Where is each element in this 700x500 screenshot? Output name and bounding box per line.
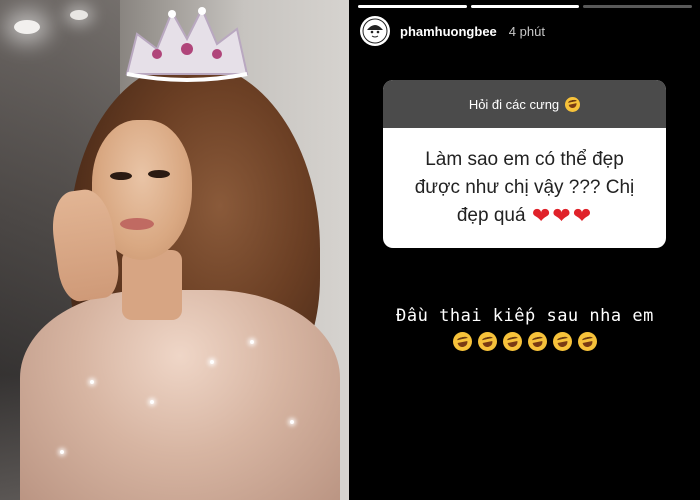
story-header: phamhuongbee 4 phút xyxy=(360,14,545,48)
post-time: 4 phút xyxy=(508,23,545,39)
crown-icon xyxy=(125,6,249,82)
sparkle xyxy=(210,360,214,364)
eye xyxy=(148,170,170,178)
portrait-photo xyxy=(0,0,349,500)
ceiling-light xyxy=(70,10,88,20)
rofl-emoji-icon xyxy=(478,332,497,351)
answer-emoji-row xyxy=(350,332,700,351)
question-sticker-body: Làm sao em có thể đẹp được như chị vậy ?… xyxy=(383,128,666,248)
rofl-emoji-icon xyxy=(553,332,572,351)
red-heart-icon: ❤ xyxy=(572,202,592,228)
sparkle xyxy=(290,420,294,424)
rofl-emoji-icon xyxy=(528,332,547,351)
username[interactable]: phamhuongbee xyxy=(400,24,497,39)
sparkle xyxy=(60,450,64,454)
eye xyxy=(110,172,132,180)
sparkle xyxy=(90,380,94,384)
sparkle xyxy=(150,400,154,404)
question-sticker-header: Hỏi đi các cưng xyxy=(383,80,666,128)
rofl-emoji-icon xyxy=(578,332,597,351)
rofl-emoji-icon xyxy=(453,332,472,351)
question-text: Làm sao em có thể đẹp được như chị vậy ?… xyxy=(414,148,635,226)
ceiling-light xyxy=(14,20,40,34)
question-sticker[interactable]: Hỏi đi các cưng Làm sao em có thể đẹp đư… xyxy=(383,80,666,248)
answer-caption: Đầu thai kiếp sau nha em xyxy=(350,306,700,351)
progress-segment xyxy=(583,5,693,8)
progress-segment xyxy=(470,5,580,8)
lips xyxy=(120,218,154,230)
embellished-dress xyxy=(20,290,340,500)
progress-segment xyxy=(358,5,467,8)
instagram-story[interactable]: phamhuongbee 4 phút Hỏi đi các cưng Làm … xyxy=(350,0,700,500)
avatar[interactable] xyxy=(360,16,390,46)
rofl-emoji-icon xyxy=(565,96,581,112)
answer-text: Đầu thai kiếp sau nha em xyxy=(396,306,654,326)
avatar-icon xyxy=(362,18,388,44)
red-heart-icon: ❤ xyxy=(552,202,571,228)
collage: phamhuongbee 4 phút Hỏi đi các cưng Làm … xyxy=(0,0,700,500)
story-progress-bar xyxy=(358,5,693,8)
question-header-label: Hỏi đi các cưng xyxy=(468,96,560,112)
rofl-emoji-icon xyxy=(503,332,522,351)
sparkle xyxy=(250,340,254,344)
red-heart-icon: ❤ xyxy=(531,202,551,228)
neck xyxy=(122,250,182,320)
